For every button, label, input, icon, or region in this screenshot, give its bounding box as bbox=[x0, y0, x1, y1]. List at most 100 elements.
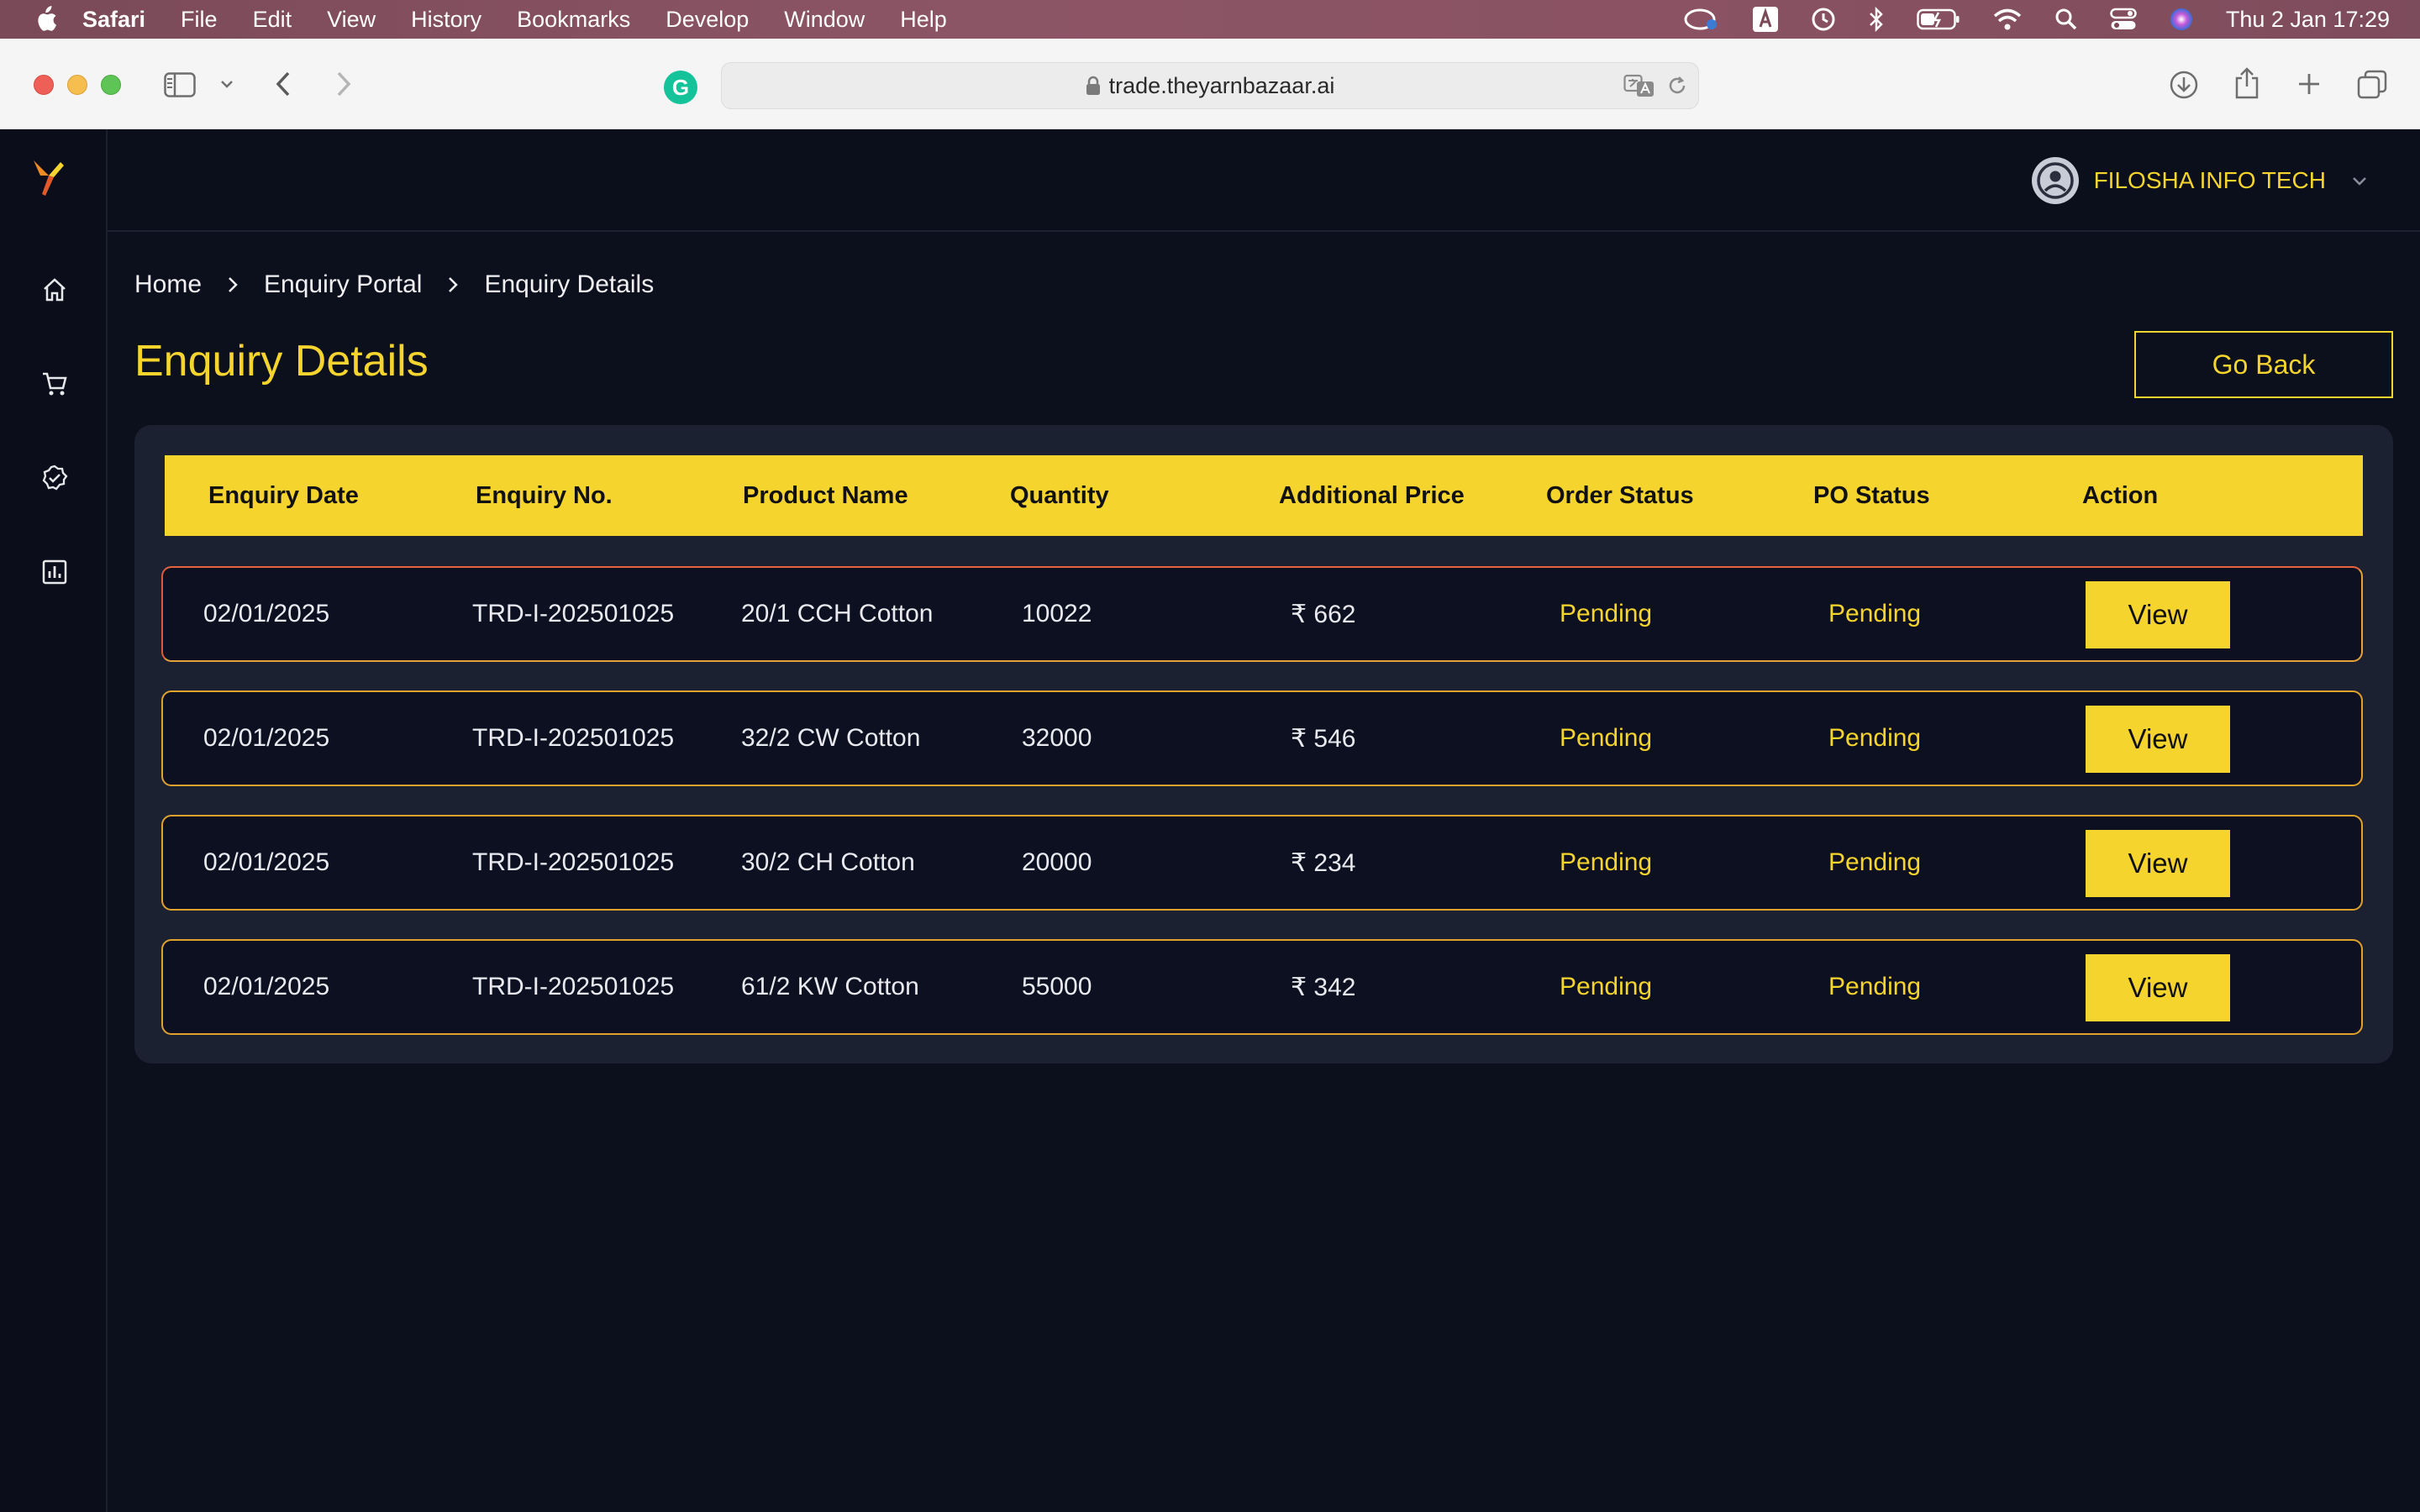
view-button[interactable]: View bbox=[2086, 954, 2230, 1021]
enquiry-date-cell: 02/01/2025 bbox=[203, 848, 330, 876]
enquiry-date-cell: 02/01/2025 bbox=[203, 724, 330, 752]
avatar bbox=[2031, 157, 2079, 204]
additional-price-cell: ₹ 662 bbox=[1291, 600, 1356, 628]
minimize-window-button[interactable] bbox=[67, 75, 87, 95]
sidebar-toggle-icon[interactable] bbox=[163, 71, 197, 99]
battery-icon[interactable] bbox=[1917, 8, 1960, 30]
cart-icon bbox=[43, 372, 67, 396]
share-icon[interactable] bbox=[2232, 66, 2262, 101]
address-bar[interactable]: trade.theyarnbazaar.ai bbox=[721, 62, 1699, 109]
column-header: Quantity bbox=[1010, 481, 1109, 509]
order-status-cell: Pending bbox=[1560, 973, 1653, 1000]
chevron-right-icon bbox=[227, 276, 239, 294]
user-name: FILOSHA INFO TECH bbox=[2093, 167, 2326, 193]
spotlight-icon[interactable] bbox=[2054, 8, 2078, 31]
macos-menu-bar: Safari File Edit View History Bookmarks … bbox=[0, 0, 2420, 39]
control-center-icon[interactable] bbox=[2110, 8, 2137, 31]
enquiry-number-cell: TRD-I-202501025 bbox=[472, 848, 675, 876]
additional-price-cell: ₹ 546 bbox=[1291, 724, 1356, 753]
new-tab-icon[interactable] bbox=[2294, 69, 2324, 99]
menu-app-name[interactable]: Safari bbox=[82, 7, 145, 33]
quantity-cell: 20000 bbox=[1022, 848, 1092, 876]
menu-view[interactable]: View bbox=[327, 7, 376, 33]
downloads-icon[interactable] bbox=[2168, 69, 2200, 101]
back-icon[interactable] bbox=[271, 69, 296, 99]
menu-help[interactable]: Help bbox=[900, 7, 947, 33]
enquiry-date-cell: 02/01/2025 bbox=[203, 973, 330, 1000]
table-row: 02/01/2025 TRD-I-202501025 20/1 CCH Cott… bbox=[161, 566, 2363, 662]
column-header: Additional Price bbox=[1279, 481, 1465, 509]
quantity-cell: 32000 bbox=[1022, 724, 1092, 752]
verified-icon bbox=[42, 465, 68, 491]
report-icon bbox=[42, 559, 67, 585]
menu-history[interactable]: History bbox=[411, 7, 481, 33]
sidebar-item-cart[interactable] bbox=[39, 368, 71, 400]
view-button[interactable]: View bbox=[2086, 706, 2230, 773]
order-status-cell: Pending bbox=[1560, 848, 1653, 876]
home-icon bbox=[44, 278, 66, 302]
creative-cloud-icon[interactable] bbox=[1683, 7, 1720, 32]
column-header: Enquiry Date bbox=[208, 481, 359, 509]
column-header: Action bbox=[2082, 481, 2159, 509]
po-status-cell: Pending bbox=[1828, 600, 1922, 627]
breadcrumb: Home Enquiry Portal Enquiry Details bbox=[134, 270, 654, 299]
url-text: trade.theyarnbazaar.ai bbox=[1108, 72, 1335, 98]
close-window-button[interactable] bbox=[34, 75, 54, 95]
view-button[interactable]: View bbox=[2086, 830, 2230, 897]
time-machine-icon[interactable] bbox=[1811, 7, 1836, 32]
column-header: Order Status bbox=[1546, 481, 1694, 509]
menu-window[interactable]: Window bbox=[784, 7, 865, 33]
product-name-cell: 30/2 CH Cotton bbox=[741, 848, 915, 876]
apple-menu-icon[interactable] bbox=[34, 5, 59, 34]
menu-bookmarks[interactable]: Bookmarks bbox=[517, 7, 630, 33]
forward-icon[interactable] bbox=[331, 69, 356, 99]
table-row: 02/01/2025 TRD-I-202501025 61/2 KW Cotto… bbox=[161, 939, 2363, 1035]
lock-icon bbox=[1086, 76, 1101, 96]
breadcrumb-current: Enquiry Details bbox=[484, 270, 655, 298]
product-name-cell: 61/2 KW Cotton bbox=[741, 973, 919, 1000]
menubar-clock[interactable]: Thu 2 Jan 17:29 bbox=[2226, 7, 2390, 33]
siri-icon[interactable] bbox=[2169, 7, 2194, 32]
column-header: PO Status bbox=[1813, 481, 1930, 509]
go-back-button[interactable]: Go Back bbox=[2134, 331, 2393, 398]
product-name-cell: 20/1 CCH Cotton bbox=[741, 600, 934, 627]
sidebar-item-verified[interactable] bbox=[39, 462, 71, 494]
order-status-cell: Pending bbox=[1560, 600, 1653, 627]
chevron-down-icon[interactable] bbox=[218, 76, 235, 92]
po-status-cell: Pending bbox=[1828, 973, 1922, 1000]
user-menu[interactable]: FILOSHA INFO TECH bbox=[2031, 156, 2368, 205]
translate-icon[interactable] bbox=[1623, 71, 1656, 100]
input-source-icon[interactable] bbox=[1752, 6, 1779, 33]
enquiry-number-cell: TRD-I-202501025 bbox=[472, 973, 675, 1000]
zoom-window-button[interactable] bbox=[101, 75, 121, 95]
column-header: Enquiry No. bbox=[476, 481, 613, 509]
sidebar-item-home[interactable] bbox=[39, 274, 71, 306]
table-row: 02/01/2025 TRD-I-202501025 30/2 CH Cotto… bbox=[161, 815, 2363, 911]
sidebar-item-reports[interactable] bbox=[39, 556, 71, 588]
table-header: Enquiry Date Enquiry No. Product Name Qu… bbox=[165, 455, 2363, 536]
wifi-icon[interactable] bbox=[1992, 8, 2023, 31]
menu-edit[interactable]: Edit bbox=[253, 7, 292, 33]
enquiry-table: Enquiry Date Enquiry No. Product Name Qu… bbox=[134, 425, 2393, 1063]
table-row: 02/01/2025 TRD-I-202501025 32/2 CW Cotto… bbox=[161, 690, 2363, 786]
breadcrumb-home[interactable]: Home bbox=[134, 270, 202, 299]
po-status-cell: Pending bbox=[1828, 724, 1922, 752]
sidebar bbox=[0, 129, 108, 1512]
menu-file[interactable]: File bbox=[181, 7, 218, 33]
breadcrumb-enquiry-portal[interactable]: Enquiry Portal bbox=[264, 270, 422, 299]
additional-price-cell: ₹ 234 bbox=[1291, 848, 1356, 877]
view-button[interactable]: View bbox=[2086, 581, 2230, 648]
quantity-cell: 10022 bbox=[1022, 600, 1092, 627]
menu-develop[interactable]: Develop bbox=[666, 7, 749, 33]
reload-icon[interactable] bbox=[1665, 73, 1690, 98]
chevron-down-icon bbox=[2351, 175, 2368, 186]
chevron-right-icon bbox=[447, 276, 459, 294]
enquiry-number-cell: TRD-I-202501025 bbox=[472, 724, 675, 752]
page-title: Enquiry Details bbox=[134, 337, 429, 386]
logo-icon[interactable] bbox=[25, 155, 72, 202]
grammarly-extension-icon[interactable]: G bbox=[664, 71, 697, 104]
column-header: Product Name bbox=[743, 481, 908, 509]
tab-overview-icon[interactable] bbox=[2356, 69, 2388, 101]
bluetooth-icon[interactable] bbox=[1868, 7, 1885, 32]
enquiry-number-cell: TRD-I-202501025 bbox=[472, 600, 675, 627]
